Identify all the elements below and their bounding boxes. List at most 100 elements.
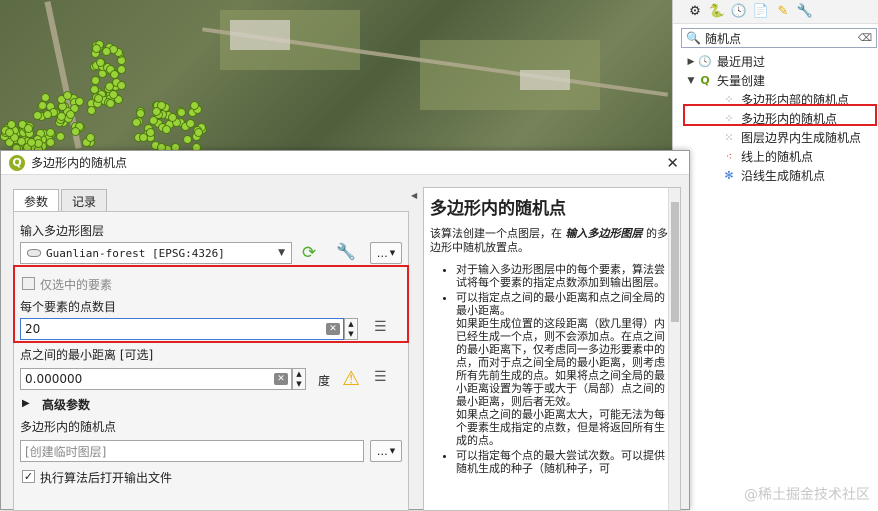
random-point	[167, 112, 177, 122]
history-icon[interactable]: 🕓	[731, 4, 747, 20]
help-scrollbar[interactable]	[668, 188, 680, 510]
parameters-panel: 输入多边形图层 Guanlian-forest [EPSG:4326] ▼ ⟳ …	[13, 211, 409, 511]
expand-arrow-icon[interactable]: ▶	[685, 57, 697, 67]
expand-arrow-icon[interactable]: ▶	[22, 398, 30, 409]
output-options-button[interactable]: … ▼	[370, 440, 402, 462]
tree-highlight-box	[683, 104, 877, 126]
input-layer-value: Guanlian-forest [EPSG:4326]	[46, 246, 225, 260]
help-bullet-text: 可以指定点之间的最小距离和点之间全局的最小距离。	[456, 291, 665, 317]
random-point	[194, 127, 204, 137]
random-point	[192, 142, 202, 150]
chevron-down-icon: ▼	[389, 447, 396, 455]
tree-item-vector-creation[interactable]: ▼ Q 矢量创建	[673, 71, 878, 90]
map-buildings	[520, 70, 570, 90]
python-icon[interactable]: 🐍	[709, 4, 725, 20]
collapse-arrow-icon[interactable]: ▼	[685, 76, 697, 86]
data-defined-override-icon[interactable]: ☰	[374, 369, 387, 385]
qgis-q-icon: Q	[700, 74, 710, 87]
random-point	[136, 109, 146, 119]
help-intro: 该算法创建一个点图层，在 输入多边形图层 的多边形中随机放置点。	[430, 227, 674, 255]
help-bullet: 对于输入多边形图层中的每个要素，算法尝试将每个要素的指定点数添加到输出图层。	[456, 263, 674, 289]
input-layer-combo[interactable]: Guanlian-forest [EPSG:4326] ▼	[20, 242, 292, 264]
polygon-layer-icon	[27, 249, 41, 257]
random-point	[132, 117, 142, 127]
random-point	[4, 128, 14, 138]
random-point	[102, 46, 112, 56]
map-buildings	[230, 20, 290, 50]
random-point	[186, 118, 196, 128]
random-points-icon: ⁙	[724, 131, 734, 144]
random-point	[171, 143, 181, 150]
tree-item-label: 沿线生成随机点	[741, 169, 826, 183]
algorithm-dialog: Q 多边形内的随机点 ✕ 参数 记录 输入多边形图层 Guanlian-fore…	[0, 150, 690, 511]
random-point	[90, 76, 100, 86]
output-path-input[interactable]: [创建临时图层]	[20, 440, 364, 462]
open-output-label: 执行算法后打开输出文件	[40, 471, 173, 485]
help-title: 多边形内的随机点	[430, 199, 566, 219]
random-point	[92, 44, 102, 54]
input-layer-label: 输入多边形图层	[20, 224, 105, 238]
search-icon: 🔍	[686, 31, 701, 45]
tree-item-recent[interactable]: ▶ 🕓 最近用过	[673, 52, 878, 71]
tab-parameters[interactable]: 参数	[13, 189, 60, 211]
help-bullet: 可以指定点之间的最小距离和点之间全局的最小距离。 如果距生成位置的这段距离（欧几…	[456, 291, 674, 447]
layer-options-button[interactable]: … ▼	[370, 242, 402, 264]
random-points-icon: ✻	[724, 169, 734, 182]
random-point	[32, 110, 42, 120]
more-label: …	[376, 444, 388, 458]
output-placeholder: [创建临时图层]	[25, 444, 107, 459]
advanced-parameters-toggle[interactable]: 高级参数	[42, 396, 90, 413]
gears-icon[interactable]: ⚙	[687, 4, 703, 20]
tree-item-random-points-in-extent[interactable]: ⁙ 图层边界内生成随机点	[673, 128, 878, 147]
open-output-checkbox[interactable]: ✓	[22, 470, 35, 483]
help-bullet-text: 如果点之间的最小距离太大，可能无法为每个要素生成指定的点数，但是将返回所有生成的…	[456, 408, 665, 447]
help-list: 对于输入多边形图层中的每个要素，算法尝试将每个要素的指定点数添加到输出图层。 可…	[438, 263, 674, 475]
random-point	[117, 80, 127, 90]
min-distance-spinner[interactable]: ▲ ▼	[292, 368, 306, 390]
min-distance-value: 0.000000	[25, 372, 83, 386]
help-panel: 多边形内的随机点 该算法创建一个点图层，在 输入多边形图层 的多边形中随机放置点…	[423, 187, 681, 511]
toolbox-search[interactable]: 🔍 随机点 ⌫	[681, 28, 877, 48]
random-point	[116, 64, 126, 74]
clear-search-icon[interactable]: ⌫	[858, 33, 872, 44]
scrollbar-thumb[interactable]	[671, 202, 679, 322]
collapse-left-icon[interactable]: ◀	[411, 191, 417, 200]
help-intro-text: 该算法创建一个点图层，在	[430, 227, 562, 240]
tree-item-label: 矢量创建	[717, 74, 766, 88]
random-point	[56, 131, 66, 141]
param-highlight-box	[13, 265, 409, 343]
min-distance-input[interactable]: 0.000000	[20, 368, 292, 390]
iterate-icon[interactable]: ⟳	[302, 243, 316, 263]
tree-item-random-points-along-line[interactable]: ✻ 沿线生成随机点	[673, 166, 878, 185]
panel-splitter[interactable]: ◀	[411, 187, 419, 511]
random-point	[156, 142, 166, 150]
tab-log[interactable]: 记录	[61, 189, 108, 211]
help-bullet-text: 如果距生成位置的这段距离（欧几里得）内已经生成一个点，则不会添加点。在点之间的最…	[456, 317, 665, 408]
random-point	[139, 132, 149, 142]
search-input[interactable]: 随机点	[705, 30, 854, 47]
dialog-tabs: 参数 记录	[13, 189, 109, 211]
tree-item-random-points-on-lines[interactable]: ⁖ 线上的随机点	[673, 147, 878, 166]
tree-item-label: 图层边界内生成随机点	[741, 131, 862, 145]
edit-icon[interactable]: ✎	[775, 4, 791, 20]
tree-item-label: 线上的随机点	[741, 150, 814, 164]
random-point	[46, 137, 55, 147]
tree-item-label: 最近用过	[717, 55, 766, 69]
min-distance-label: 点之间的最小距离 [可选]	[20, 348, 154, 362]
dialog-titlebar: Q 多边形内的随机点	[1, 151, 689, 175]
map-field	[420, 40, 600, 110]
random-point	[161, 124, 171, 134]
random-point	[189, 101, 199, 111]
close-icon[interactable]: ✕	[666, 154, 679, 172]
warning-icon: ⚠	[342, 366, 360, 390]
clear-field-icon[interactable]: ✕	[274, 373, 288, 385]
wrench-icon[interactable]: 🔧	[336, 242, 356, 261]
random-point	[182, 135, 192, 145]
dialog-title: 多边形内的随机点	[31, 156, 128, 170]
map-canvas[interactable]	[0, 0, 672, 150]
chevron-down-icon: ▼	[278, 248, 285, 258]
wrench-icon[interactable]: 🔧	[797, 4, 813, 20]
random-point	[74, 96, 84, 106]
results-icon[interactable]: 📄	[753, 4, 769, 20]
random-point	[42, 109, 52, 119]
